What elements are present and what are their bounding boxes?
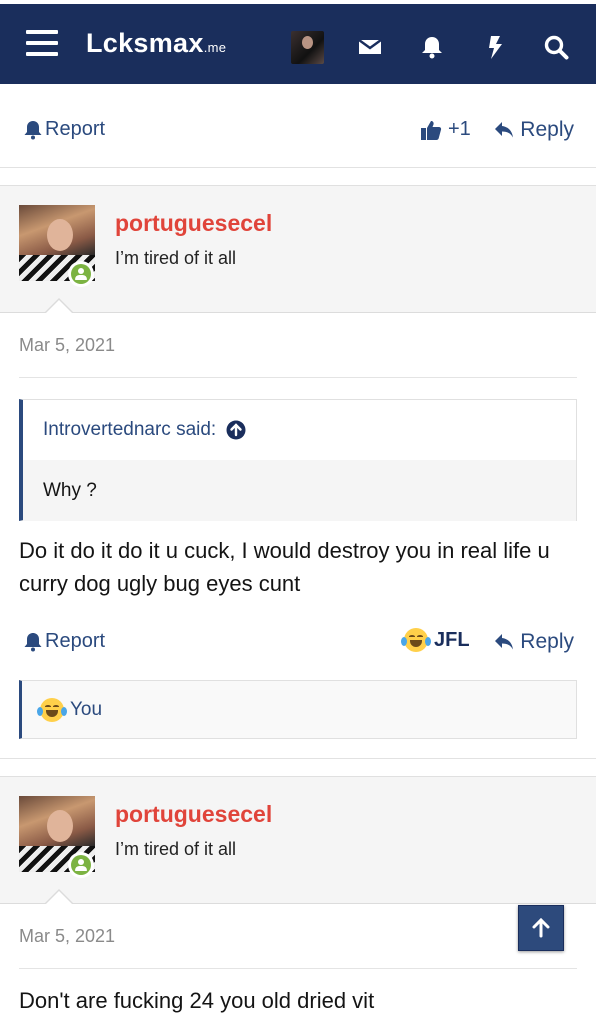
envelope-icon[interactable]: [357, 34, 383, 60]
online-status-icon: [68, 261, 94, 287]
logo-text: Lcksmax: [86, 28, 204, 58]
report-button[interactable]: Report: [24, 630, 105, 653]
divider: [19, 377, 577, 378]
post-user-header: portuguesecel I’m tired of it all: [0, 185, 596, 313]
previous-post-actions: Report +1 Reply: [0, 100, 596, 160]
reply-label: Reply: [520, 118, 574, 141]
site-logo[interactable]: Lcksmax.me: [86, 28, 226, 59]
bell-icon: [24, 632, 42, 651]
quote-header[interactable]: Introvertednarc said:: [23, 400, 576, 460]
user-title: I’m tired of it all: [115, 248, 237, 268]
divider: [0, 758, 596, 759]
reply-label: Reply: [520, 630, 574, 653]
thumbs-up-icon: [421, 120, 442, 140]
reaction-label: JFL: [434, 628, 470, 651]
reactions-summary-label: You: [70, 698, 103, 720]
report-button[interactable]: Report: [24, 118, 105, 141]
arrow-up-icon: [532, 917, 550, 938]
quote-text: Why ?: [23, 460, 576, 521]
quote-author: Introvertednarc said:: [43, 419, 217, 440]
bell-icon: [24, 120, 42, 139]
report-label: Report: [45, 630, 106, 652]
like-count: +1: [448, 118, 471, 140]
laughing-crying-emoji-icon: [37, 697, 67, 722]
reaction-button[interactable]: JFL: [401, 628, 470, 652]
laughing-crying-emoji-icon: [401, 628, 431, 652]
pointer-decoration-inner: [46, 300, 72, 313]
username-link[interactable]: portuguesecel: [115, 210, 272, 237]
navigation-bar: Lcksmax.me: [0, 4, 596, 84]
reply-arrow-icon: [495, 634, 514, 650]
account-avatar[interactable]: [291, 31, 324, 64]
arrow-up-circle-icon[interactable]: [226, 420, 246, 440]
pointer-decoration-inner: [46, 891, 72, 904]
top-bar: Lcksmax.me: [0, 0, 596, 88]
post-date[interactable]: Mar 5, 2021: [19, 335, 115, 356]
divider: [0, 167, 596, 168]
post-date[interactable]: Mar 5, 2021: [19, 926, 115, 947]
reply-button[interactable]: Reply: [494, 630, 574, 654]
post-actions: Report JFL Reply: [0, 612, 596, 672]
online-status-icon: [68, 852, 94, 878]
search-icon[interactable]: [543, 34, 569, 60]
reply-arrow-icon: [495, 122, 514, 138]
divider: [19, 968, 577, 969]
bell-icon[interactable]: [419, 34, 445, 60]
reactions-summary[interactable]: You: [19, 680, 577, 739]
menu-icon[interactable]: [26, 30, 60, 60]
reply-button[interactable]: Reply: [494, 118, 574, 142]
user-title: I’m tired of it all: [115, 839, 237, 859]
username-link[interactable]: portuguesecel: [115, 801, 272, 828]
report-label: Report: [45, 118, 106, 140]
post-body: Don't are fucking 24 you old dried vit: [19, 988, 375, 1013]
post-body: Do it do it do it u cuck, I would destro…: [19, 538, 550, 596]
scroll-to-top-button[interactable]: [518, 905, 564, 951]
bolt-icon[interactable]: [482, 34, 508, 60]
like-button[interactable]: +1: [420, 118, 471, 141]
quote-block: Introvertednarc said: Why ?: [19, 399, 577, 521]
post-user-header: portuguesecel I’m tired of it all: [0, 776, 596, 904]
logo-tld: .me: [203, 40, 227, 55]
